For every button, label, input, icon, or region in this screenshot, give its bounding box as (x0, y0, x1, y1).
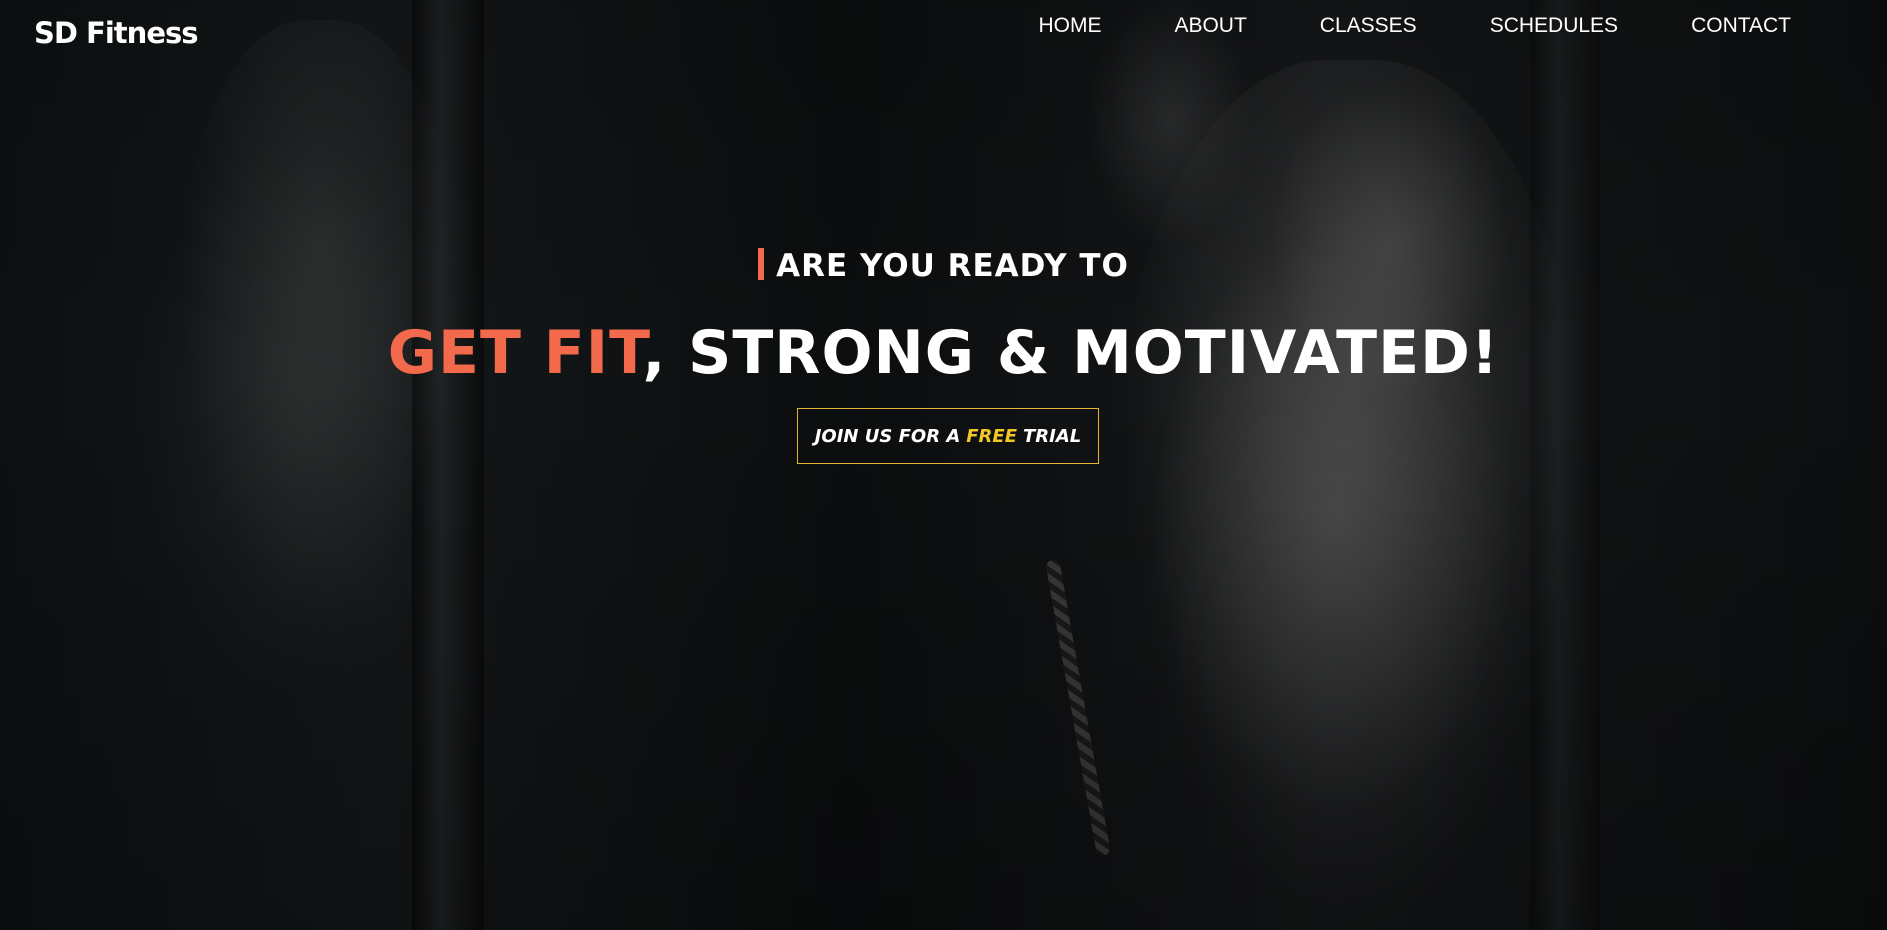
headline-accent: GET FIT (387, 318, 643, 388)
cta-prefix: JOIN US FOR A (814, 425, 961, 447)
hero-eyebrow: ARE YOU READY TO (0, 248, 1887, 284)
cta-highlight: FREE (966, 425, 1018, 447)
headline-rest: , STRONG & MOTIVATED! (642, 318, 1500, 388)
hero-section: ARE YOU READY TO GET FIT, STRONG & MOTIV… (0, 0, 1887, 930)
cta-suffix: TRIAL (1023, 425, 1082, 447)
hero-headline: GET FIT, STRONG & MOTIVATED! (0, 318, 1887, 388)
hero-eyebrow-text: ARE YOU READY TO (776, 248, 1129, 284)
free-trial-button[interactable]: JOIN US FOR A FREE TRIAL (797, 408, 1099, 464)
accent-bar (758, 248, 765, 280)
